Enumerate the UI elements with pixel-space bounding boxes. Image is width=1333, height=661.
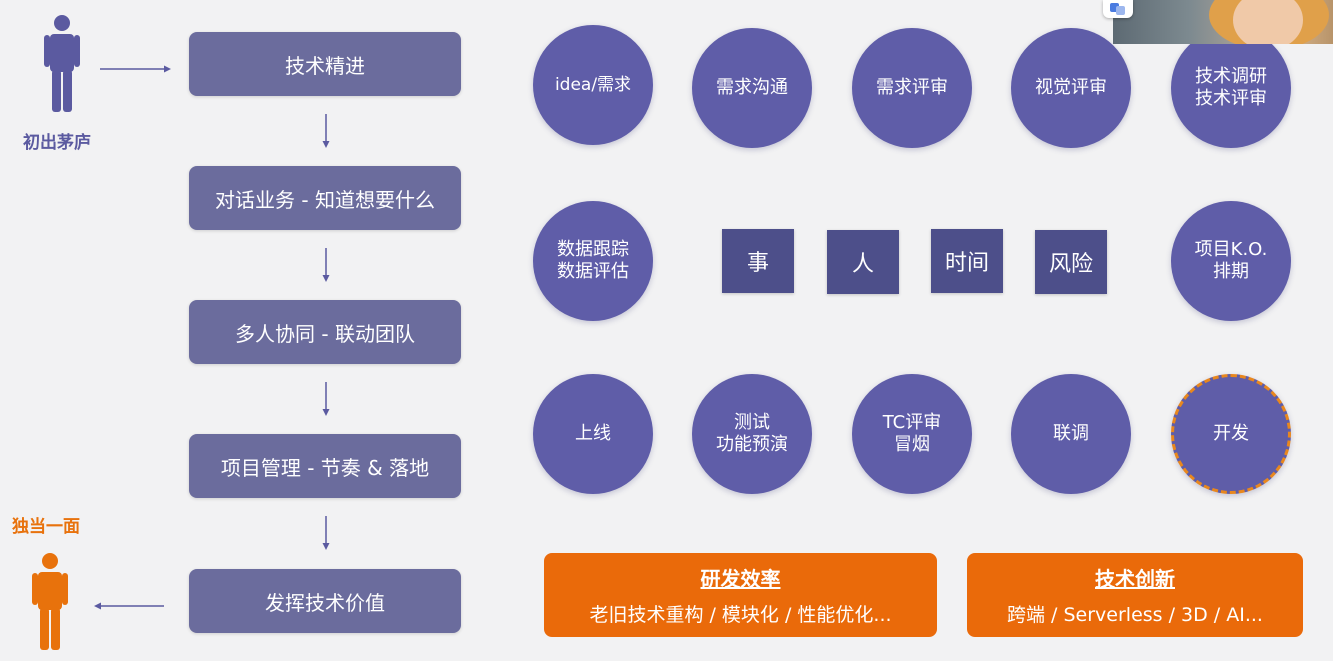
square-people: 人 [827,230,899,294]
end-label: 独当一面 [12,517,80,537]
circle-label-line1: 技术调研 [1195,66,1267,87]
circle-label-line1: TC评审 [882,412,942,433]
circle-label-line1: 数据跟踪 [557,239,629,260]
arrow-left-icon [94,596,166,615]
start-label: 初出茅庐 [23,133,91,153]
arrow-right-icon [100,59,172,78]
flow-step-4: 项目管理 - 节奏 & 落地 [189,434,461,498]
square-time: 时间 [931,229,1003,293]
circle-launch: 上线 [533,374,653,494]
arrow-down-icon [322,248,330,282]
circle-label: 联调 [1053,423,1089,444]
arrow-down-icon [322,114,330,148]
flow-step-1: 技术精进 [189,32,461,96]
efficiency-subtitle: 老旧技术重构 / 模块化 / 性能优化... [589,604,892,626]
circle-label-line2: 冒烟 [893,434,930,455]
circle-label-line2: 技术评审 [1195,88,1267,109]
webcam-face [1233,0,1303,44]
circle-project-kickoff: 项目K.O. 排期 [1171,201,1291,321]
efficiency-title: 研发效率 [700,567,781,591]
webcam-overlay [1113,0,1333,44]
circle-requirement-communication: 需求沟通 [692,28,812,148]
square-risk: 风险 [1035,230,1107,294]
circle-label: 视觉评审 [1035,77,1107,98]
innovation-title: 技术创新 [1095,567,1175,591]
circle-development: 开发 [1171,374,1291,494]
circle-testing: 测试 功能预演 [692,374,812,494]
square-matter: 事 [722,229,794,293]
circle-label-line1: 测试 [734,412,770,433]
circle-label: 需求评审 [876,77,948,98]
circle-label: 需求沟通 [716,77,788,98]
flow-step-2: 对话业务 - 知道想要什么 [189,166,461,230]
circle-tech-research: 技术调研 技术评审 [1171,28,1291,148]
arrow-down-icon [322,516,330,550]
start-person-icon [44,14,80,116]
circle-tc-review: TC评审 冒烟 [852,374,972,494]
circle-label: 上线 [575,423,611,444]
circle-label: 开发 [1213,423,1249,444]
circle-requirement-review: 需求评审 [852,28,972,148]
circle-label-line2: 排期 [1213,261,1249,282]
circle-idea: idea/需求 [533,25,653,145]
arrow-down-icon [322,382,330,416]
circle-label-line2: 数据评估 [557,261,629,282]
flow-step-5: 发挥技术价值 [189,569,461,633]
circle-integration: 联调 [1011,374,1131,494]
translate-icon[interactable] [1103,0,1133,18]
innovation-box: 技术创新 跨端 / Serverless / 3D / AI... [967,553,1303,637]
circle-data-tracking: 数据跟踪 数据评估 [533,201,653,321]
efficiency-box: 研发效率 老旧技术重构 / 模块化 / 性能优化... [544,553,937,637]
flow-step-3: 多人协同 - 联动团队 [189,300,461,364]
end-person-icon [32,552,68,654]
circle-label-line2: 功能预演 [716,434,788,455]
circle-visual-review: 视觉评审 [1011,28,1131,148]
innovation-subtitle: 跨端 / Serverless / 3D / AI... [1007,604,1263,626]
circle-label-line1: 项目K.O. [1194,239,1268,260]
circle-idea-label: idea/需求 [554,75,632,95]
